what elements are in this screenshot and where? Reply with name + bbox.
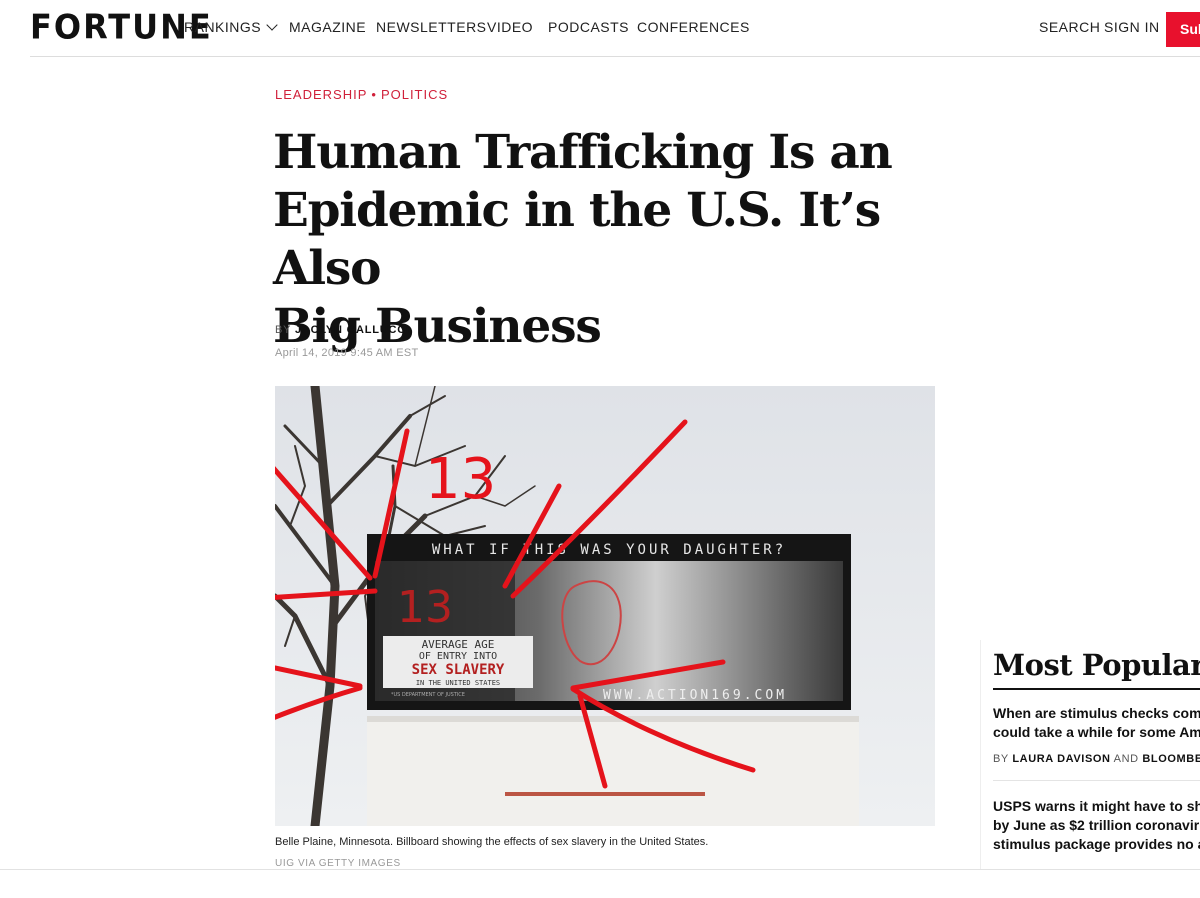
headline-line-1: Human Trafficking Is an bbox=[273, 125, 893, 180]
billboard-number: 13 bbox=[397, 582, 453, 633]
billboard-line-1: AVERAGE AGE bbox=[422, 638, 495, 651]
billboard-url: WWW.ACTION169.COM bbox=[603, 688, 787, 703]
billboard-source: *US DEPARTMENT OF JUSTICE bbox=[391, 692, 465, 698]
category-separator: • bbox=[371, 87, 377, 102]
sign-in-link[interactable]: SIGN IN bbox=[1104, 19, 1160, 35]
most-popular-panel: Most Popular When are stimulus checks co… bbox=[980, 640, 1200, 870]
popular-and: AND bbox=[1113, 753, 1139, 765]
popular-item-1-byline: BY LAURA DAVISON AND BLOOMBERG bbox=[993, 753, 1200, 765]
nav-rankings[interactable]: RANKINGS bbox=[184, 19, 278, 35]
popular-by-prefix: BY bbox=[993, 753, 1009, 765]
byline-prefix: BY bbox=[275, 324, 292, 336]
nav-rankings-label: RANKINGS bbox=[184, 19, 262, 35]
red-annotation-number: 13 bbox=[425, 447, 496, 512]
category-leadership[interactable]: LEADERSHIP bbox=[275, 87, 367, 102]
article-photo: WHAT IF THIS WAS YOUR DAUGHTER? 13 AVERA… bbox=[275, 386, 935, 826]
billboard-headline: WHAT IF THIS WAS YOUR DAUGHTER? bbox=[432, 542, 786, 558]
chevron-down-icon bbox=[266, 19, 278, 31]
most-popular-title: Most Popular bbox=[993, 648, 1200, 682]
photo-credit: UIG VIA GETTY IMAGES bbox=[275, 858, 401, 868]
most-popular-rule bbox=[993, 688, 1200, 690]
popular-author-2[interactable]: BLOOMBERG bbox=[1142, 753, 1200, 765]
nav-podcasts[interactable]: PODCASTS bbox=[548, 19, 629, 35]
nav-video[interactable]: VIDEO bbox=[487, 19, 533, 35]
subscribe-button[interactable]: Sub bbox=[1166, 12, 1200, 47]
billboard-line-3: SEX SLAVERY bbox=[412, 662, 505, 678]
popular-item-1-line-1: When are stimulus checks coming? It bbox=[993, 705, 1200, 721]
article-categories: LEADERSHIP • POLITICS bbox=[275, 87, 448, 102]
billboard-line-2: OF ENTRY INTO bbox=[419, 651, 497, 662]
popular-item-2[interactable]: USPS warns it might have to shut down by… bbox=[993, 797, 1200, 854]
bottom-divider bbox=[0, 869, 1200, 870]
top-navigation-bar: FORTUNE RANKINGS MAGAZINE NEWSLETTERS VI… bbox=[0, 0, 1200, 58]
publish-date: April 14, 2019 9:45 AM EST bbox=[275, 347, 419, 359]
article-headline: Human Trafficking Is an Epidemic in the … bbox=[273, 124, 993, 356]
nav-newsletters[interactable]: NEWSLETTERS bbox=[376, 19, 487, 35]
nav-magazine[interactable]: MAGAZINE bbox=[289, 19, 366, 35]
popular-author-1[interactable]: LAURA DAVISON bbox=[1012, 753, 1110, 765]
popular-item-2-line-3: stimulus package provides no aid bbox=[993, 836, 1200, 852]
headline-line-2: Epidemic in the U.S. It’s Also bbox=[273, 183, 881, 296]
popular-item-1[interactable]: When are stimulus checks coming? It coul… bbox=[993, 704, 1200, 742]
category-politics[interactable]: POLITICS bbox=[381, 87, 448, 102]
popular-item-2-line-1: USPS warns it might have to shut down bbox=[993, 798, 1200, 814]
photo-caption: Belle Plaine, Minnesota. Billboard showi… bbox=[275, 836, 709, 848]
byline: BY JACLYN GALLUCCI bbox=[275, 324, 410, 336]
search-link[interactable]: SEARCH bbox=[1039, 19, 1100, 35]
author-link[interactable]: JACLYN GALLUCCI bbox=[295, 324, 410, 336]
billboard-photo-illustration: WHAT IF THIS WAS YOUR DAUGHTER? 13 AVERA… bbox=[275, 386, 935, 826]
billboard-line-4: IN THE UNITED STATES bbox=[416, 679, 500, 687]
popular-item-1-line-2: could take a while for some Americans bbox=[993, 724, 1200, 740]
popular-item-2-line-2: by June as $2 trillion coronavirus bbox=[993, 817, 1200, 833]
popular-divider bbox=[993, 780, 1200, 781]
nav-conferences[interactable]: CONFERENCES bbox=[637, 19, 750, 35]
header-divider bbox=[30, 56, 1200, 57]
